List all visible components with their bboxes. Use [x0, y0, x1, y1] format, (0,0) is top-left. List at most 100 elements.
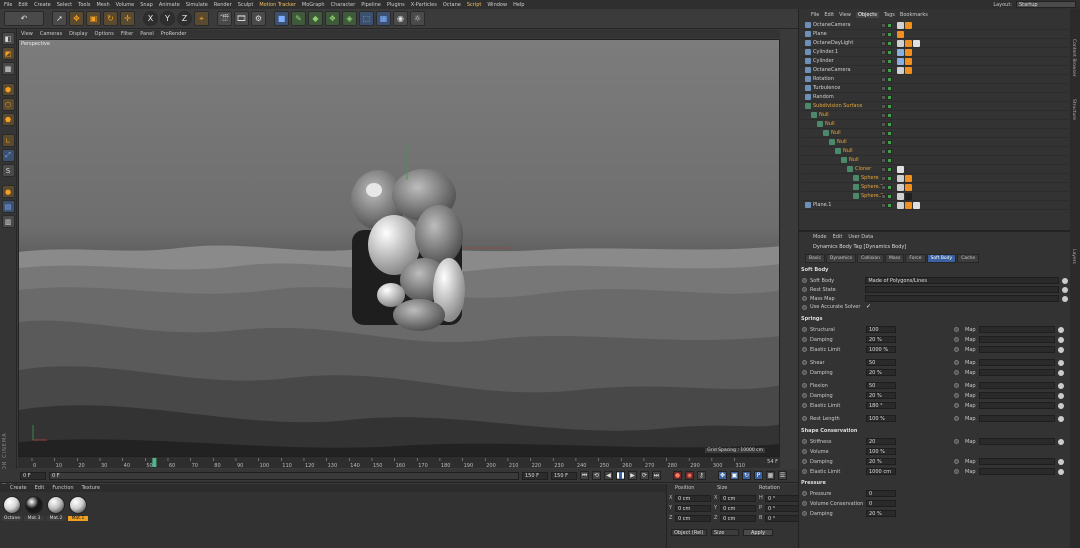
object-row[interactable]: Null	[801, 138, 1069, 147]
size-mode-dropdown[interactable]: Size	[711, 529, 739, 536]
visibility-toggles[interactable]	[881, 103, 892, 109]
coordinate-size-field[interactable]: 0 cm	[720, 495, 756, 502]
tag-icon[interactable]	[905, 174, 912, 182]
attr-tab-cache[interactable]: Cache	[957, 254, 980, 263]
axis-y-button[interactable]: Y	[160, 11, 175, 26]
map-link-field[interactable]	[978, 415, 1055, 422]
attribute-value-field[interactable]: 100 %	[866, 415, 896, 422]
viewport-menu-options[interactable]: Options	[95, 31, 114, 37]
render-settings-icon[interactable]: ⚙	[251, 11, 266, 26]
object-row[interactable]: OctaneCamera	[801, 66, 1069, 75]
menu-character[interactable]: Character	[331, 2, 356, 8]
animate-dot-icon[interactable]	[954, 327, 959, 332]
material-menu-create[interactable]: Create	[10, 485, 27, 491]
visibility-toggles[interactable]	[881, 67, 892, 73]
attribute-value-field[interactable]: 50	[866, 359, 896, 366]
menu-x-particles[interactable]: X-Particles	[411, 2, 437, 8]
key-rotation-icon[interactable]: ↻	[742, 471, 751, 480]
object-tags[interactable]	[897, 174, 912, 182]
attr-menu-edit[interactable]: Edit	[833, 234, 843, 240]
link-arrow-icon[interactable]	[1057, 336, 1064, 343]
object-row[interactable]: OctaneDayLight	[801, 39, 1069, 48]
viewport-menu-cameras[interactable]: Cameras	[40, 31, 62, 37]
visibility-toggles[interactable]	[881, 31, 892, 37]
animate-dot-icon[interactable]	[954, 360, 959, 365]
tag-icon[interactable]	[905, 192, 912, 200]
attr-tab-dynamics[interactable]: Dynamics	[825, 254, 857, 263]
autokey-icon[interactable]: ◉	[685, 471, 694, 480]
object-row[interactable]: Random	[801, 93, 1069, 102]
link-arrow-icon[interactable]	[1057, 359, 1064, 366]
animate-dot-icon[interactable]	[802, 393, 807, 398]
object-row[interactable]: OctaneCamera	[801, 21, 1069, 30]
viewport-menu-filter[interactable]: Filter	[121, 31, 133, 37]
object-tags[interactable]	[897, 21, 912, 29]
coordinate-pos-field[interactable]: 0 cm	[675, 505, 711, 512]
animate-dot-icon[interactable]	[802, 449, 807, 454]
tweak-mode-icon[interactable]: ⤢	[1, 149, 15, 162]
tag-icon[interactable]	[897, 21, 904, 29]
camera-icon[interactable]: ◉	[393, 11, 408, 26]
make-editable-icon[interactable]: ◧	[1, 32, 15, 45]
deformer-icon[interactable]: ◈	[342, 11, 357, 26]
viewport-menu-display[interactable]: Display	[69, 31, 87, 37]
link-arrow-icon[interactable]	[1057, 382, 1064, 389]
visibility-toggles[interactable]	[881, 202, 892, 208]
attr-tab-collision[interactable]: Collision	[857, 254, 884, 263]
animate-dot-icon[interactable]	[802, 491, 807, 496]
pause-icon[interactable]: ❚❚	[615, 471, 626, 480]
attr-menu-mode[interactable]: Mode	[813, 234, 827, 240]
locked-workplane-icon[interactable]: ▤	[1, 200, 15, 213]
light-icon[interactable]: ☼	[410, 11, 425, 26]
viewport-menu-view[interactable]: View	[21, 31, 33, 37]
animate-dot-icon[interactable]	[954, 439, 959, 444]
attribute-value-field[interactable]: 0	[866, 490, 896, 497]
render-view-icon[interactable]: 🎬	[217, 11, 232, 26]
material-menu-edit[interactable]: Edit	[35, 485, 45, 491]
object-row[interactable]: Null	[801, 120, 1069, 129]
render-picture-viewer-icon[interactable]: 🎞	[234, 11, 249, 26]
attr-menu-userdata[interactable]: User Data	[848, 234, 873, 240]
tag-icon[interactable]	[905, 48, 912, 56]
apply-button[interactable]: Apply	[743, 529, 773, 536]
object-row[interactable]: Subdivision Surface	[801, 102, 1069, 111]
coordinate-size-field[interactable]: 0 cm	[720, 505, 756, 512]
visibility-toggles[interactable]	[881, 58, 892, 64]
menu-mesh[interactable]: Mesh	[96, 2, 109, 8]
snap-icon[interactable]: S	[1, 164, 15, 177]
menu-window[interactable]: Window	[487, 2, 507, 8]
tag-icon[interactable]	[897, 39, 904, 47]
perspective-viewport[interactable]: Perspective Grid Spacing : 10000 cm	[18, 39, 780, 456]
visibility-toggles[interactable]	[881, 85, 892, 91]
coordinate-pos-field[interactable]: 0 cm	[675, 495, 711, 502]
link-arrow-icon[interactable]	[1057, 369, 1064, 376]
animate-dot-icon[interactable]	[954, 469, 959, 474]
coordinate-mode-dropdown[interactable]: Object (Rel)	[671, 529, 707, 536]
map-link-field[interactable]	[978, 359, 1055, 366]
link-arrow-icon[interactable]	[1062, 286, 1068, 293]
prev-frame-icon[interactable]: ◀	[604, 471, 613, 480]
start-frame-field[interactable]: 0 F	[20, 471, 46, 480]
attribute-value-field[interactable]: 20 %	[866, 369, 896, 376]
visibility-toggles[interactable]	[881, 148, 892, 154]
attribute-wide-field[interactable]: Made of Polygons/Lines	[865, 277, 1060, 284]
link-arrow-icon[interactable]	[1057, 392, 1064, 399]
visibility-toggles[interactable]	[881, 166, 892, 172]
texture-mode-icon[interactable]: ▩	[1, 62, 15, 75]
object-menu-view[interactable]: View	[839, 12, 851, 18]
animate-dot-icon[interactable]	[954, 370, 959, 375]
menu-mograph[interactable]: MoGraph	[302, 2, 325, 8]
animate-dot-icon[interactable]	[802, 296, 807, 301]
undo-button[interactable]: ↶	[4, 11, 44, 26]
tag-icon[interactable]	[905, 183, 912, 191]
side-tab-content-browser[interactable]: Content Browser	[1071, 39, 1076, 77]
attribute-value-field[interactable]: 180 °	[866, 402, 896, 409]
object-row[interactable]: Sphere	[801, 174, 1069, 183]
attribute-value-field[interactable]: 100	[866, 326, 896, 333]
coordinate-system-icon[interactable]: ⌖	[194, 11, 209, 26]
visibility-toggles[interactable]	[881, 121, 892, 127]
visibility-toggles[interactable]	[881, 49, 892, 55]
visibility-toggles[interactable]	[881, 157, 892, 163]
object-menu-tags[interactable]: Tags	[884, 12, 895, 18]
object-tags[interactable]	[897, 183, 912, 191]
